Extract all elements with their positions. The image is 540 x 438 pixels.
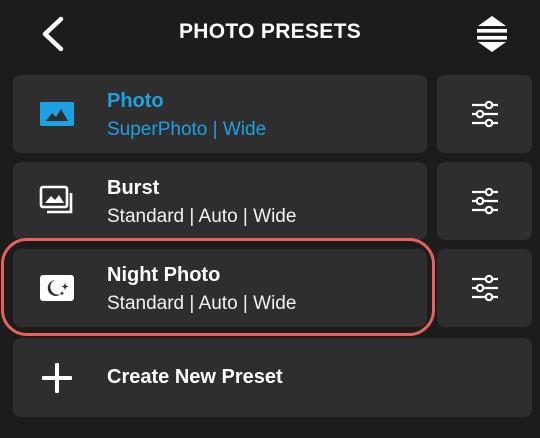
night-photo-icon [39,271,75,305]
sliders-icon [471,274,498,302]
preset-night-photo[interactable]: Night Photo Standard | Auto | Wide [13,249,427,327]
burst-icon [39,184,75,218]
preset-burst-settings-button[interactable] [437,162,532,240]
preset-name: Photo [107,90,164,112]
preset-detail: Standard | Auto | Wide [107,206,297,227]
photo-icon [39,97,75,131]
preset-name: Night Photo [107,264,221,286]
preset-photo-settings-button[interactable] [437,75,532,153]
preset-detail: SuperPhoto | Wide [107,119,267,140]
preset-detail: Standard | Auto | Wide [107,293,297,314]
sliders-icon [471,187,498,215]
preset-photo[interactable]: Photo SuperPhoto | Wide [13,75,427,153]
create-new-preset-label: Create New Preset [107,366,283,388]
preset-name: Burst [107,177,160,199]
header: PHOTO PRESETS [0,0,540,66]
plus-icon [39,360,75,396]
create-new-preset-button[interactable]: Create New Preset [13,338,532,417]
reorder-button[interactable] [470,12,514,56]
reorder-icon [477,16,507,52]
page-title: PHOTO PRESETS [178,20,362,43]
preset-night-photo-settings-button[interactable] [437,249,532,327]
sliders-icon [471,100,498,128]
preset-burst[interactable]: Burst Standard | Auto | Wide [13,162,427,240]
